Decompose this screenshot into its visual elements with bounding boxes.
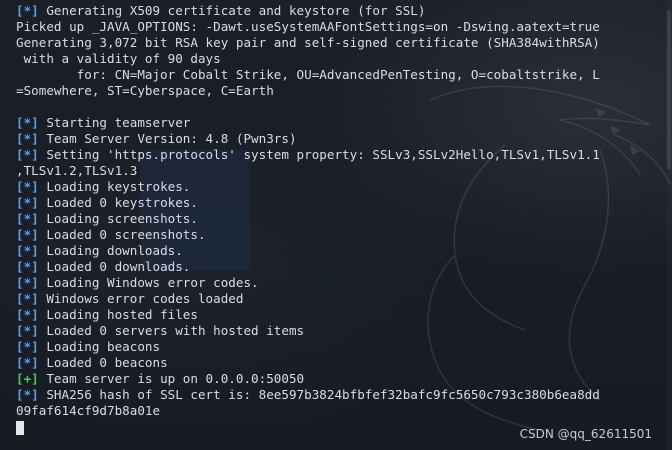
terminal-line: [*] Loaded 0 downloads. xyxy=(16,259,646,275)
terminal-line: [*] Loaded 0 servers with hosted items xyxy=(16,323,646,339)
terminal-line-text: for: CN=Major Cobalt Strike, OU=Advanced… xyxy=(16,67,600,82)
terminal-line-text: Loading screenshots. xyxy=(38,211,198,226)
terminal-line-text: Loading keystrokes. xyxy=(38,179,191,194)
terminal-output: [*] Generating X509 certificate and keys… xyxy=(16,3,646,435)
log-level-tag: [*] xyxy=(16,291,39,306)
terminal-line: [*] Setting 'https.protocols' system pro… xyxy=(16,147,646,163)
terminal-line: [*] Team Server Version: 4.8 (Pwn3rs) xyxy=(16,131,646,147)
terminal-line-text: Loading downloads. xyxy=(38,243,183,258)
terminal-line: [*] Loaded 0 keystrokes. xyxy=(16,195,646,211)
log-level-tag: [*] xyxy=(16,3,39,18)
terminal-line: with a validity of 90 days xyxy=(16,51,646,67)
terminal-line: [*] Loading beacons xyxy=(16,339,646,355)
terminal-window[interactable]: [*] Generating X509 certificate and keys… xyxy=(0,0,672,450)
terminal-line-text: Loaded 0 screenshots. xyxy=(38,227,206,242)
terminal-line-text: Loading beacons xyxy=(38,339,161,354)
terminal-line-text: Generating X509 certificate and keystore… xyxy=(38,3,426,18)
log-level-tag: [*] xyxy=(16,387,39,402)
terminal-line: [*] Starting teamserver xyxy=(16,115,646,131)
terminal-line: for: CN=Major Cobalt Strike, OU=Advanced… xyxy=(16,67,646,83)
log-level-tag: [*] xyxy=(16,179,39,194)
text-cursor xyxy=(16,420,24,435)
terminal-line: [*] Loading screenshots. xyxy=(16,211,646,227)
terminal-line-text: with a validity of 90 days xyxy=(16,51,221,66)
terminal-line-text: Loaded 0 keystrokes. xyxy=(38,195,198,210)
terminal-line: [*] Windows error codes loaded xyxy=(16,291,646,307)
log-level-tag: [*] xyxy=(16,115,39,130)
terminal-line-text: Team Server Version: 4.8 (Pwn3rs) xyxy=(38,131,297,146)
terminal-scrollbar[interactable] xyxy=(666,0,672,450)
terminal-line-text: ,TLSv1.2,TLSv1.3 xyxy=(16,163,138,178)
terminal-line: =Somewhere, ST=Cyberspace, C=Earth xyxy=(16,83,646,99)
log-level-tag: [*] xyxy=(16,131,39,146)
log-level-tag: [*] xyxy=(16,307,39,322)
terminal-line: [*] Loaded 0 screenshots. xyxy=(16,227,646,243)
log-level-tag: [*] xyxy=(16,147,39,162)
log-level-tag: [+] xyxy=(16,371,39,386)
terminal-line: Generating 3,072 bit RSA key pair and se… xyxy=(16,35,646,51)
terminal-line: [*] SHA256 hash of SSL cert is: 8ee597b3… xyxy=(16,387,646,403)
terminal-line-text: Picked up _JAVA_OPTIONS: -Dawt.useSystem… xyxy=(16,19,600,34)
log-level-tag: [*] xyxy=(16,227,39,242)
terminal-line: [*] Loading downloads. xyxy=(16,243,646,259)
log-level-tag: [*] xyxy=(16,243,39,258)
terminal-line: ,TLSv1.2,TLSv1.3 xyxy=(16,163,646,179)
log-level-tag: [*] xyxy=(16,323,39,338)
terminal-line: 09faf614cf9d7b8a01e xyxy=(16,403,646,419)
terminal-line-text: SHA256 hash of SSL cert is: 8ee597b3824b… xyxy=(38,387,600,402)
csdn-watermark: CSDN @qq_62611501 xyxy=(519,427,652,441)
terminal-line-text: Loading Windows error codes. xyxy=(38,275,259,290)
terminal-line: [*] Generating X509 certificate and keys… xyxy=(16,3,646,19)
terminal-line: [+] Team server is up on 0.0.0.0:50050 xyxy=(16,371,646,387)
terminal-line-text: Generating 3,072 bit RSA key pair and se… xyxy=(16,35,600,50)
log-level-tag: [*] xyxy=(16,339,39,354)
terminal-line: [*] Loaded 0 beacons xyxy=(16,355,646,371)
terminal-line-text: Loading hosted files xyxy=(38,307,198,322)
terminal-line-text: Starting teamserver xyxy=(38,115,191,130)
terminal-line-text: Windows error codes loaded xyxy=(38,291,244,306)
terminal-line: Picked up _JAVA_OPTIONS: -Dawt.useSystem… xyxy=(16,19,646,35)
terminal-line: [*] Loading Windows error codes. xyxy=(16,275,646,291)
terminal-line-text: Loaded 0 beacons xyxy=(38,355,168,370)
log-level-tag: [*] xyxy=(16,259,39,274)
log-level-tag: [*] xyxy=(16,211,39,226)
log-level-tag: [*] xyxy=(16,355,39,370)
terminal-line-text: Team server is up on 0.0.0.0:50050 xyxy=(38,371,305,386)
terminal-line-text: Loaded 0 downloads. xyxy=(38,259,191,274)
terminal-line: [*] Loading keystrokes. xyxy=(16,179,646,195)
terminal-line-text: =Somewhere, ST=Cyberspace, C=Earth xyxy=(16,83,274,98)
terminal-line-text: 09faf614cf9d7b8a01e xyxy=(16,403,161,418)
log-level-tag: [*] xyxy=(16,195,39,210)
terminal-line-text: Loaded 0 servers with hosted items xyxy=(38,323,305,338)
log-level-tag: [*] xyxy=(16,275,39,290)
terminal-line: [*] Loading hosted files xyxy=(16,307,646,323)
scrollbar-thumb[interactable] xyxy=(667,10,671,170)
terminal-line-text: Setting 'https.protocols' system propert… xyxy=(38,147,600,162)
